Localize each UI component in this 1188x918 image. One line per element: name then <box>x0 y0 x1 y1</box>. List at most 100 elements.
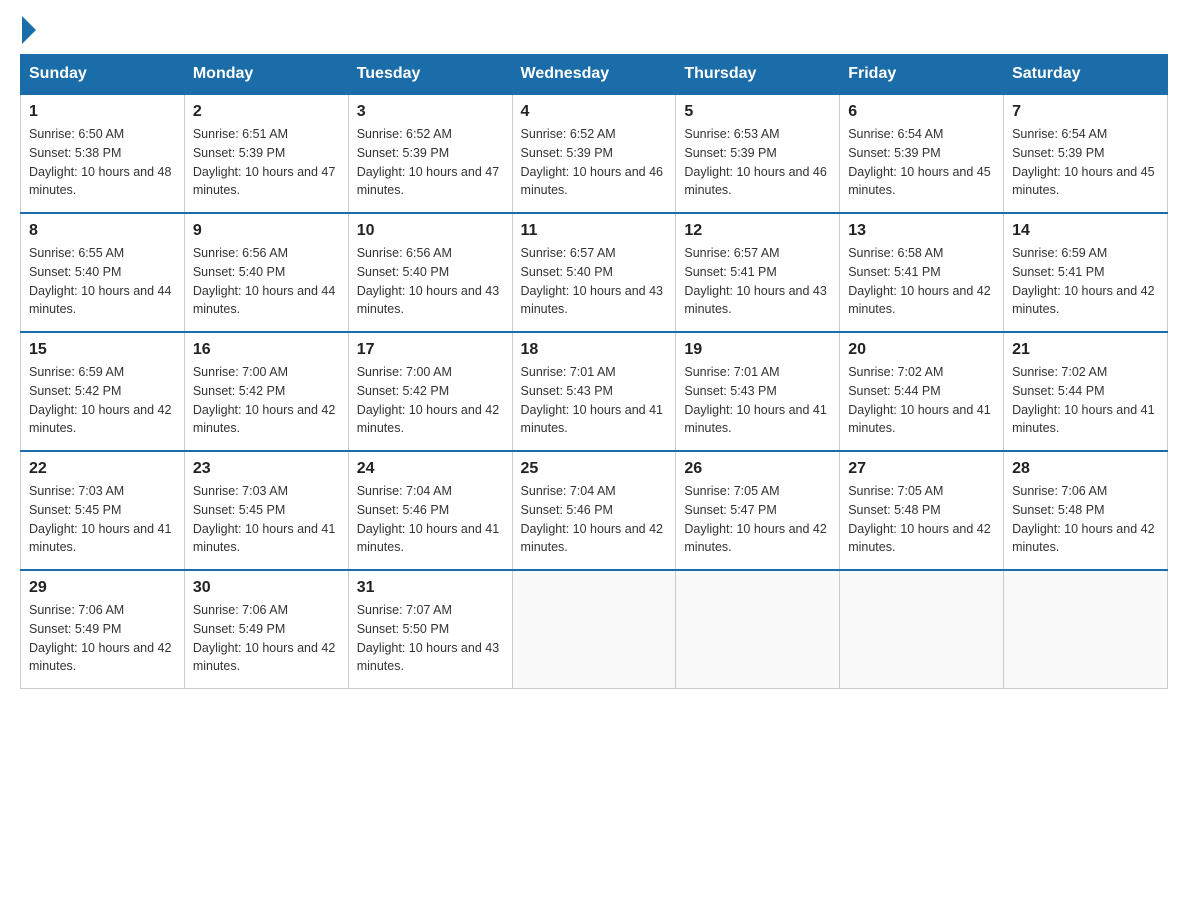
calendar-day-cell <box>1004 570 1168 689</box>
calendar-week-row: 1 Sunrise: 6:50 AM Sunset: 5:38 PM Dayli… <box>21 94 1168 213</box>
day-number: 13 <box>848 222 995 240</box>
calendar-day-cell: 17 Sunrise: 7:00 AM Sunset: 5:42 PM Dayl… <box>348 332 512 451</box>
day-info: Sunrise: 6:58 AM Sunset: 5:41 PM Dayligh… <box>848 244 995 319</box>
day-number: 26 <box>684 460 831 478</box>
calendar-day-cell: 2 Sunrise: 6:51 AM Sunset: 5:39 PM Dayli… <box>184 94 348 213</box>
day-info: Sunrise: 6:55 AM Sunset: 5:40 PM Dayligh… <box>29 244 176 319</box>
day-number: 10 <box>357 222 504 240</box>
day-info: Sunrise: 7:02 AM Sunset: 5:44 PM Dayligh… <box>1012 363 1159 438</box>
calendar-day-cell: 23 Sunrise: 7:03 AM Sunset: 5:45 PM Dayl… <box>184 451 348 570</box>
calendar-week-row: 15 Sunrise: 6:59 AM Sunset: 5:42 PM Dayl… <box>21 332 1168 451</box>
calendar-day-cell: 15 Sunrise: 6:59 AM Sunset: 5:42 PM Dayl… <box>21 332 185 451</box>
calendar-day-cell: 13 Sunrise: 6:58 AM Sunset: 5:41 PM Dayl… <box>840 213 1004 332</box>
calendar-week-row: 22 Sunrise: 7:03 AM Sunset: 5:45 PM Dayl… <box>21 451 1168 570</box>
day-info: Sunrise: 7:04 AM Sunset: 5:46 PM Dayligh… <box>357 482 504 557</box>
calendar-day-cell: 3 Sunrise: 6:52 AM Sunset: 5:39 PM Dayli… <box>348 94 512 213</box>
day-info: Sunrise: 7:07 AM Sunset: 5:50 PM Dayligh… <box>357 601 504 676</box>
day-of-week-header: Monday <box>184 55 348 95</box>
day-info: Sunrise: 6:57 AM Sunset: 5:40 PM Dayligh… <box>521 244 668 319</box>
day-number: 16 <box>193 341 340 359</box>
day-info: Sunrise: 6:57 AM Sunset: 5:41 PM Dayligh… <box>684 244 831 319</box>
calendar-day-cell: 11 Sunrise: 6:57 AM Sunset: 5:40 PM Dayl… <box>512 213 676 332</box>
calendar-body: 1 Sunrise: 6:50 AM Sunset: 5:38 PM Dayli… <box>21 94 1168 689</box>
day-info: Sunrise: 7:06 AM Sunset: 5:48 PM Dayligh… <box>1012 482 1159 557</box>
day-of-week-header: Saturday <box>1004 55 1168 95</box>
day-of-week-header: Friday <box>840 55 1004 95</box>
day-number: 20 <box>848 341 995 359</box>
day-info: Sunrise: 7:01 AM Sunset: 5:43 PM Dayligh… <box>521 363 668 438</box>
day-number: 9 <box>193 222 340 240</box>
calendar-day-cell: 5 Sunrise: 6:53 AM Sunset: 5:39 PM Dayli… <box>676 94 840 213</box>
day-of-week-header: Thursday <box>676 55 840 95</box>
calendar-day-cell: 20 Sunrise: 7:02 AM Sunset: 5:44 PM Dayl… <box>840 332 1004 451</box>
day-number: 5 <box>684 103 831 121</box>
day-info: Sunrise: 6:54 AM Sunset: 5:39 PM Dayligh… <box>1012 125 1159 200</box>
day-info: Sunrise: 7:06 AM Sunset: 5:49 PM Dayligh… <box>193 601 340 676</box>
day-number: 31 <box>357 579 504 597</box>
calendar-day-cell: 10 Sunrise: 6:56 AM Sunset: 5:40 PM Dayl… <box>348 213 512 332</box>
day-number: 6 <box>848 103 995 121</box>
day-number: 29 <box>29 579 176 597</box>
page-header <box>20 20 1168 44</box>
day-info: Sunrise: 7:00 AM Sunset: 5:42 PM Dayligh… <box>193 363 340 438</box>
calendar-day-cell <box>840 570 1004 689</box>
day-info: Sunrise: 6:54 AM Sunset: 5:39 PM Dayligh… <box>848 125 995 200</box>
day-of-week-header: Wednesday <box>512 55 676 95</box>
day-info: Sunrise: 7:03 AM Sunset: 5:45 PM Dayligh… <box>193 482 340 557</box>
days-of-week-row: SundayMondayTuesdayWednesdayThursdayFrid… <box>21 55 1168 95</box>
day-number: 22 <box>29 460 176 478</box>
calendar-day-cell: 27 Sunrise: 7:05 AM Sunset: 5:48 PM Dayl… <box>840 451 1004 570</box>
calendar-day-cell: 29 Sunrise: 7:06 AM Sunset: 5:49 PM Dayl… <box>21 570 185 689</box>
day-info: Sunrise: 7:06 AM Sunset: 5:49 PM Dayligh… <box>29 601 176 676</box>
calendar-day-cell: 6 Sunrise: 6:54 AM Sunset: 5:39 PM Dayli… <box>840 94 1004 213</box>
day-number: 27 <box>848 460 995 478</box>
calendar-day-cell: 16 Sunrise: 7:00 AM Sunset: 5:42 PM Dayl… <box>184 332 348 451</box>
day-info: Sunrise: 7:02 AM Sunset: 5:44 PM Dayligh… <box>848 363 995 438</box>
calendar-day-cell: 12 Sunrise: 6:57 AM Sunset: 5:41 PM Dayl… <box>676 213 840 332</box>
day-info: Sunrise: 7:04 AM Sunset: 5:46 PM Dayligh… <box>521 482 668 557</box>
calendar-day-cell: 24 Sunrise: 7:04 AM Sunset: 5:46 PM Dayl… <box>348 451 512 570</box>
day-info: Sunrise: 7:05 AM Sunset: 5:48 PM Dayligh… <box>848 482 995 557</box>
day-info: Sunrise: 7:01 AM Sunset: 5:43 PM Dayligh… <box>684 363 831 438</box>
day-info: Sunrise: 7:05 AM Sunset: 5:47 PM Dayligh… <box>684 482 831 557</box>
day-number: 19 <box>684 341 831 359</box>
calendar-day-cell <box>676 570 840 689</box>
day-info: Sunrise: 6:50 AM Sunset: 5:38 PM Dayligh… <box>29 125 176 200</box>
day-number: 11 <box>521 222 668 240</box>
calendar-header: SundayMondayTuesdayWednesdayThursdayFrid… <box>21 55 1168 95</box>
calendar-day-cell: 8 Sunrise: 6:55 AM Sunset: 5:40 PM Dayli… <box>21 213 185 332</box>
day-number: 15 <box>29 341 176 359</box>
day-of-week-header: Sunday <box>21 55 185 95</box>
calendar-day-cell: 19 Sunrise: 7:01 AM Sunset: 5:43 PM Dayl… <box>676 332 840 451</box>
day-number: 30 <box>193 579 340 597</box>
logo-arrow-icon <box>22 16 36 44</box>
day-number: 8 <box>29 222 176 240</box>
day-info: Sunrise: 6:51 AM Sunset: 5:39 PM Dayligh… <box>193 125 340 200</box>
calendar-day-cell: 18 Sunrise: 7:01 AM Sunset: 5:43 PM Dayl… <box>512 332 676 451</box>
day-info: Sunrise: 6:59 AM Sunset: 5:41 PM Dayligh… <box>1012 244 1159 319</box>
day-number: 2 <box>193 103 340 121</box>
day-info: Sunrise: 6:52 AM Sunset: 5:39 PM Dayligh… <box>521 125 668 200</box>
calendar-day-cell: 31 Sunrise: 7:07 AM Sunset: 5:50 PM Dayl… <box>348 570 512 689</box>
calendar-day-cell: 14 Sunrise: 6:59 AM Sunset: 5:41 PM Dayl… <box>1004 213 1168 332</box>
day-info: Sunrise: 6:53 AM Sunset: 5:39 PM Dayligh… <box>684 125 831 200</box>
calendar-day-cell: 28 Sunrise: 7:06 AM Sunset: 5:48 PM Dayl… <box>1004 451 1168 570</box>
calendar-week-row: 29 Sunrise: 7:06 AM Sunset: 5:49 PM Dayl… <box>21 570 1168 689</box>
day-number: 12 <box>684 222 831 240</box>
day-of-week-header: Tuesday <box>348 55 512 95</box>
day-number: 28 <box>1012 460 1159 478</box>
day-number: 4 <box>521 103 668 121</box>
calendar-day-cell: 4 Sunrise: 6:52 AM Sunset: 5:39 PM Dayli… <box>512 94 676 213</box>
day-number: 25 <box>521 460 668 478</box>
day-number: 23 <box>193 460 340 478</box>
calendar-day-cell: 1 Sunrise: 6:50 AM Sunset: 5:38 PM Dayli… <box>21 94 185 213</box>
day-number: 24 <box>357 460 504 478</box>
day-info: Sunrise: 7:03 AM Sunset: 5:45 PM Dayligh… <box>29 482 176 557</box>
day-number: 7 <box>1012 103 1159 121</box>
day-number: 14 <box>1012 222 1159 240</box>
day-info: Sunrise: 6:56 AM Sunset: 5:40 PM Dayligh… <box>357 244 504 319</box>
day-number: 17 <box>357 341 504 359</box>
day-number: 3 <box>357 103 504 121</box>
calendar-day-cell: 7 Sunrise: 6:54 AM Sunset: 5:39 PM Dayli… <box>1004 94 1168 213</box>
day-info: Sunrise: 6:56 AM Sunset: 5:40 PM Dayligh… <box>193 244 340 319</box>
